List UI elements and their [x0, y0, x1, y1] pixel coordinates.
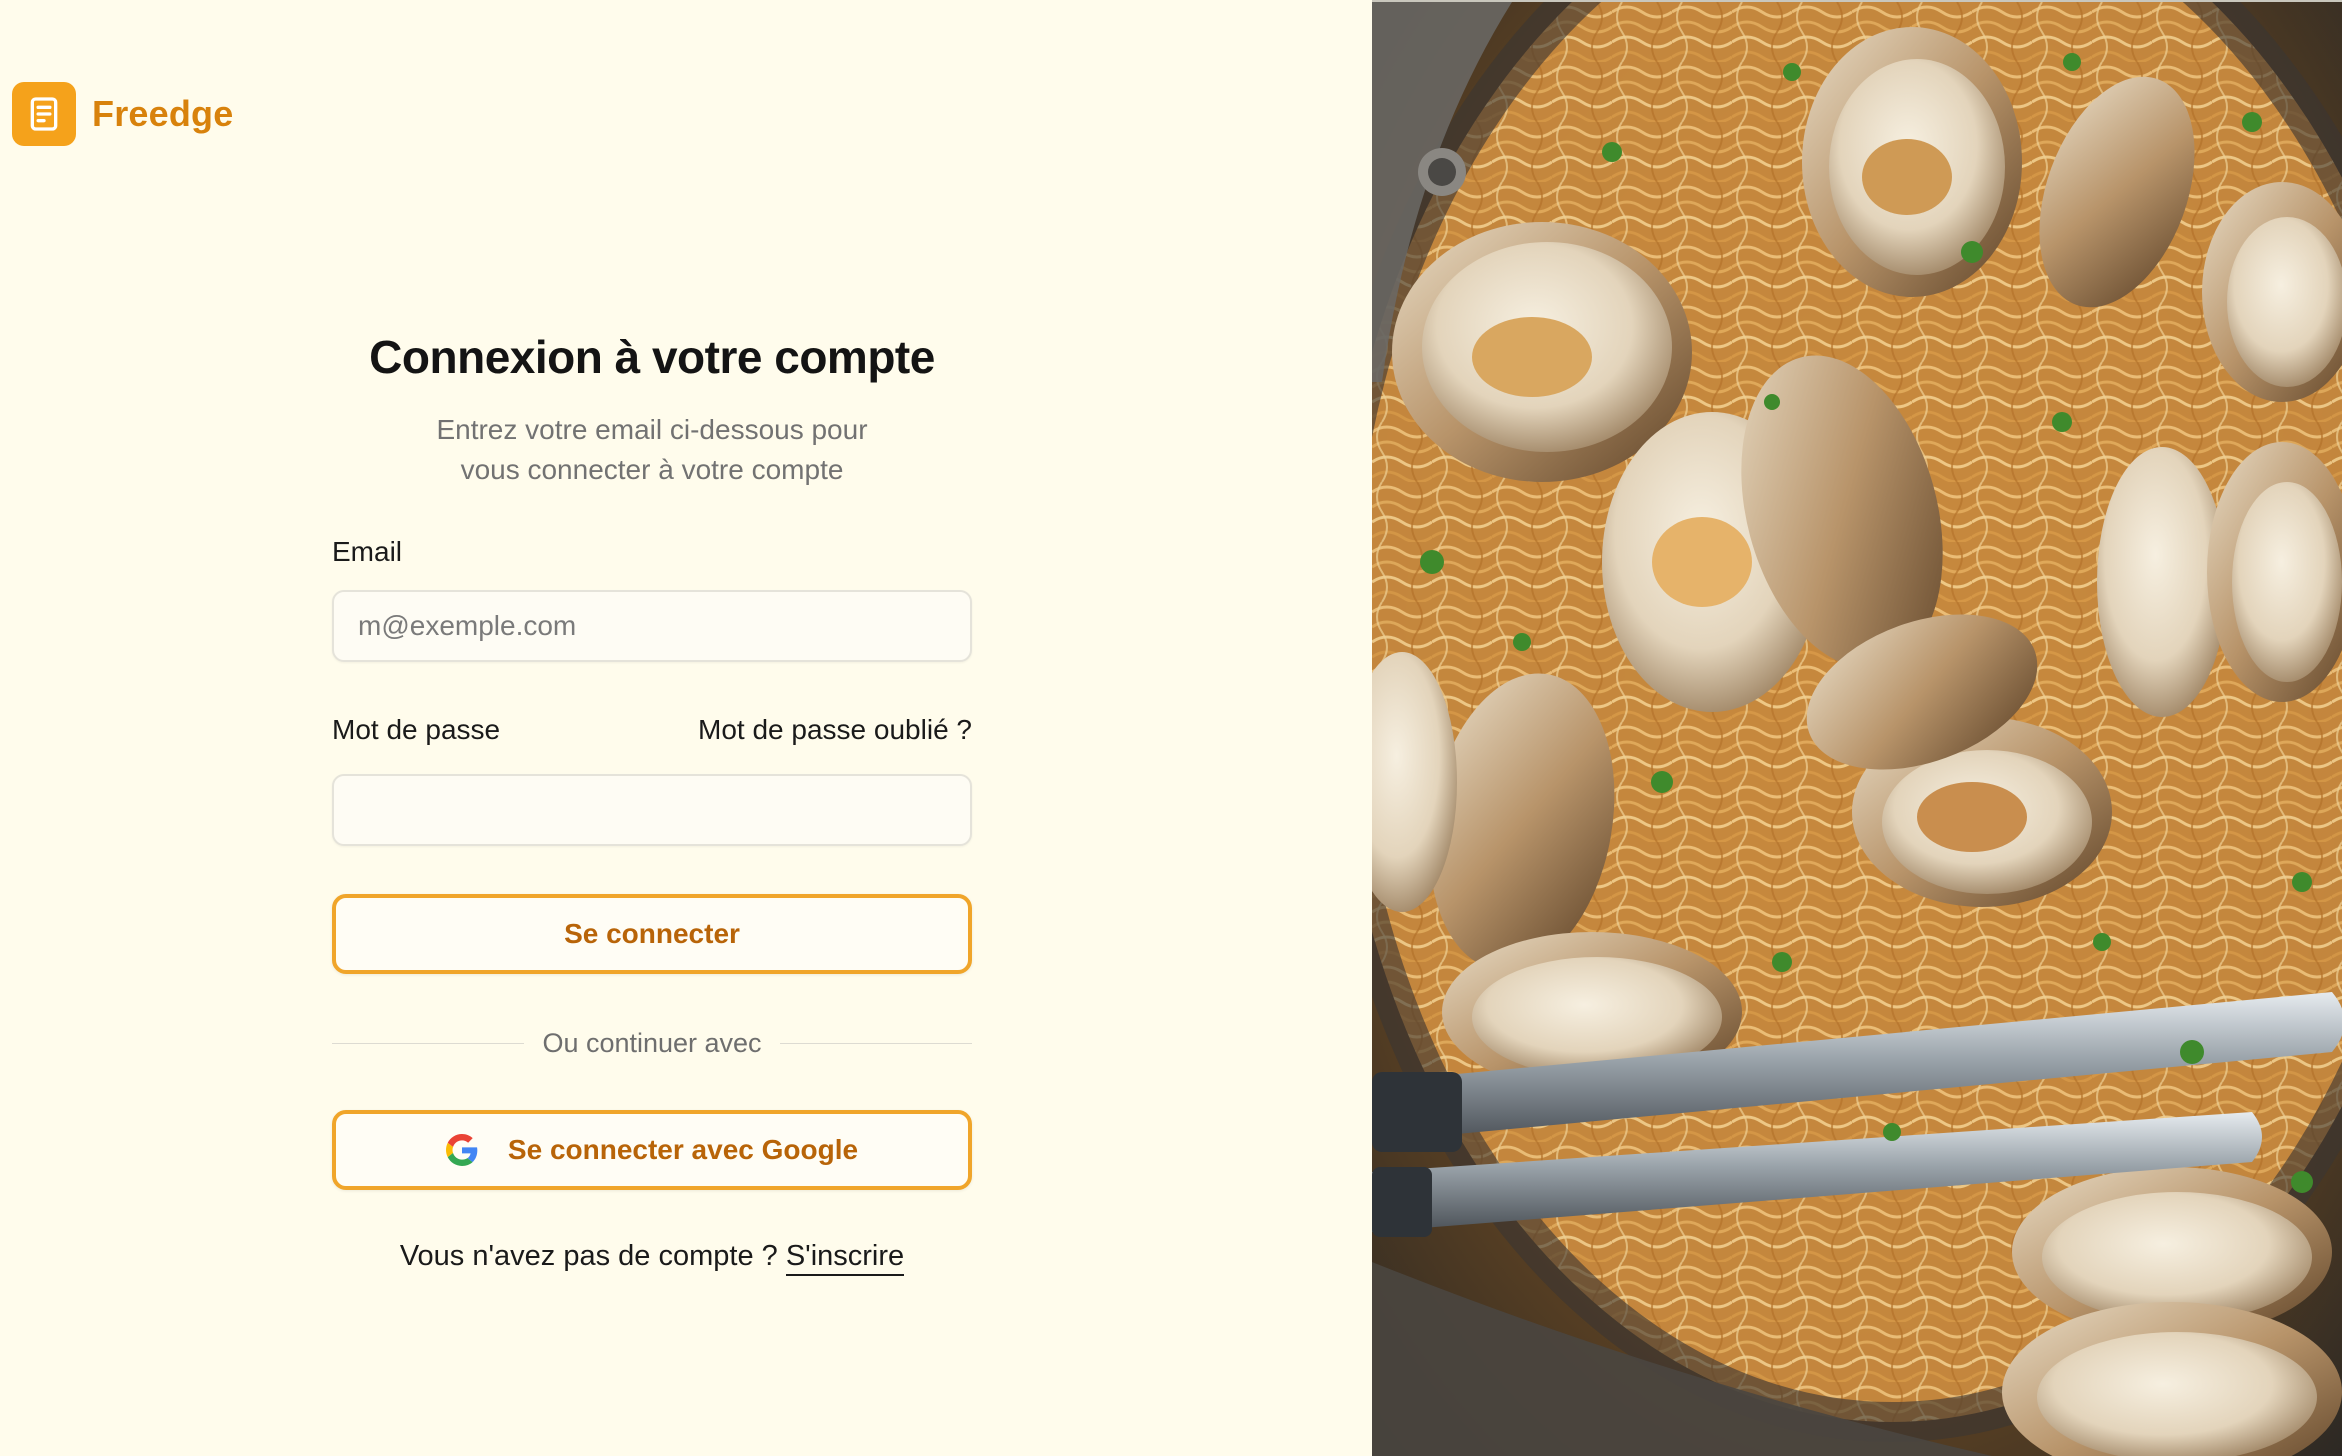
page-subtitle: Entrez votre email ci-dessous pour vous …: [332, 410, 972, 490]
forgot-password-link[interactable]: Mot de passe oublié ?: [698, 714, 972, 746]
hero-food-image: [1372, 2, 2342, 1456]
subtitle-line-1: Entrez votre email ci-dessous pour: [436, 414, 868, 445]
signup-prompt-text: Vous n'avez pas de compte ?: [399, 1240, 778, 1272]
email-label: Email: [332, 536, 403, 567]
divider-line-right: [779, 1042, 972, 1044]
signup-link[interactable]: S'inscrire: [785, 1240, 905, 1276]
password-label: Mot de passe: [332, 714, 501, 745]
divider-line-left: [332, 1042, 525, 1044]
login-button[interactable]: Se connecter: [332, 894, 972, 974]
email-field[interactable]: [332, 590, 972, 662]
signup-prompt: Vous n'avez pas de compte ? S'inscrire: [332, 1240, 972, 1276]
brand-name: Freedge: [92, 93, 234, 134]
google-icon: [445, 1134, 478, 1166]
subtitle-line-2: vous connecter à votre compte: [460, 454, 844, 485]
login-button-label: Se connecter: [564, 918, 740, 949]
google-login-button[interactable]: Se connecter avec Google: [332, 1110, 972, 1190]
page-title: Connexion à votre compte: [369, 331, 935, 383]
brand[interactable]: Freedge: [12, 82, 233, 146]
login-panel: Freedge Connexion à votre compte Entrez …: [0, 0, 1372, 1456]
divider: Ou continuer avec: [332, 1024, 972, 1062]
recipe-book-icon: [12, 82, 76, 146]
divider-text: Ou continuer avec: [542, 1027, 762, 1058]
google-login-label: Se connecter avec Google: [507, 1134, 859, 1165]
password-field[interactable]: [332, 774, 972, 846]
